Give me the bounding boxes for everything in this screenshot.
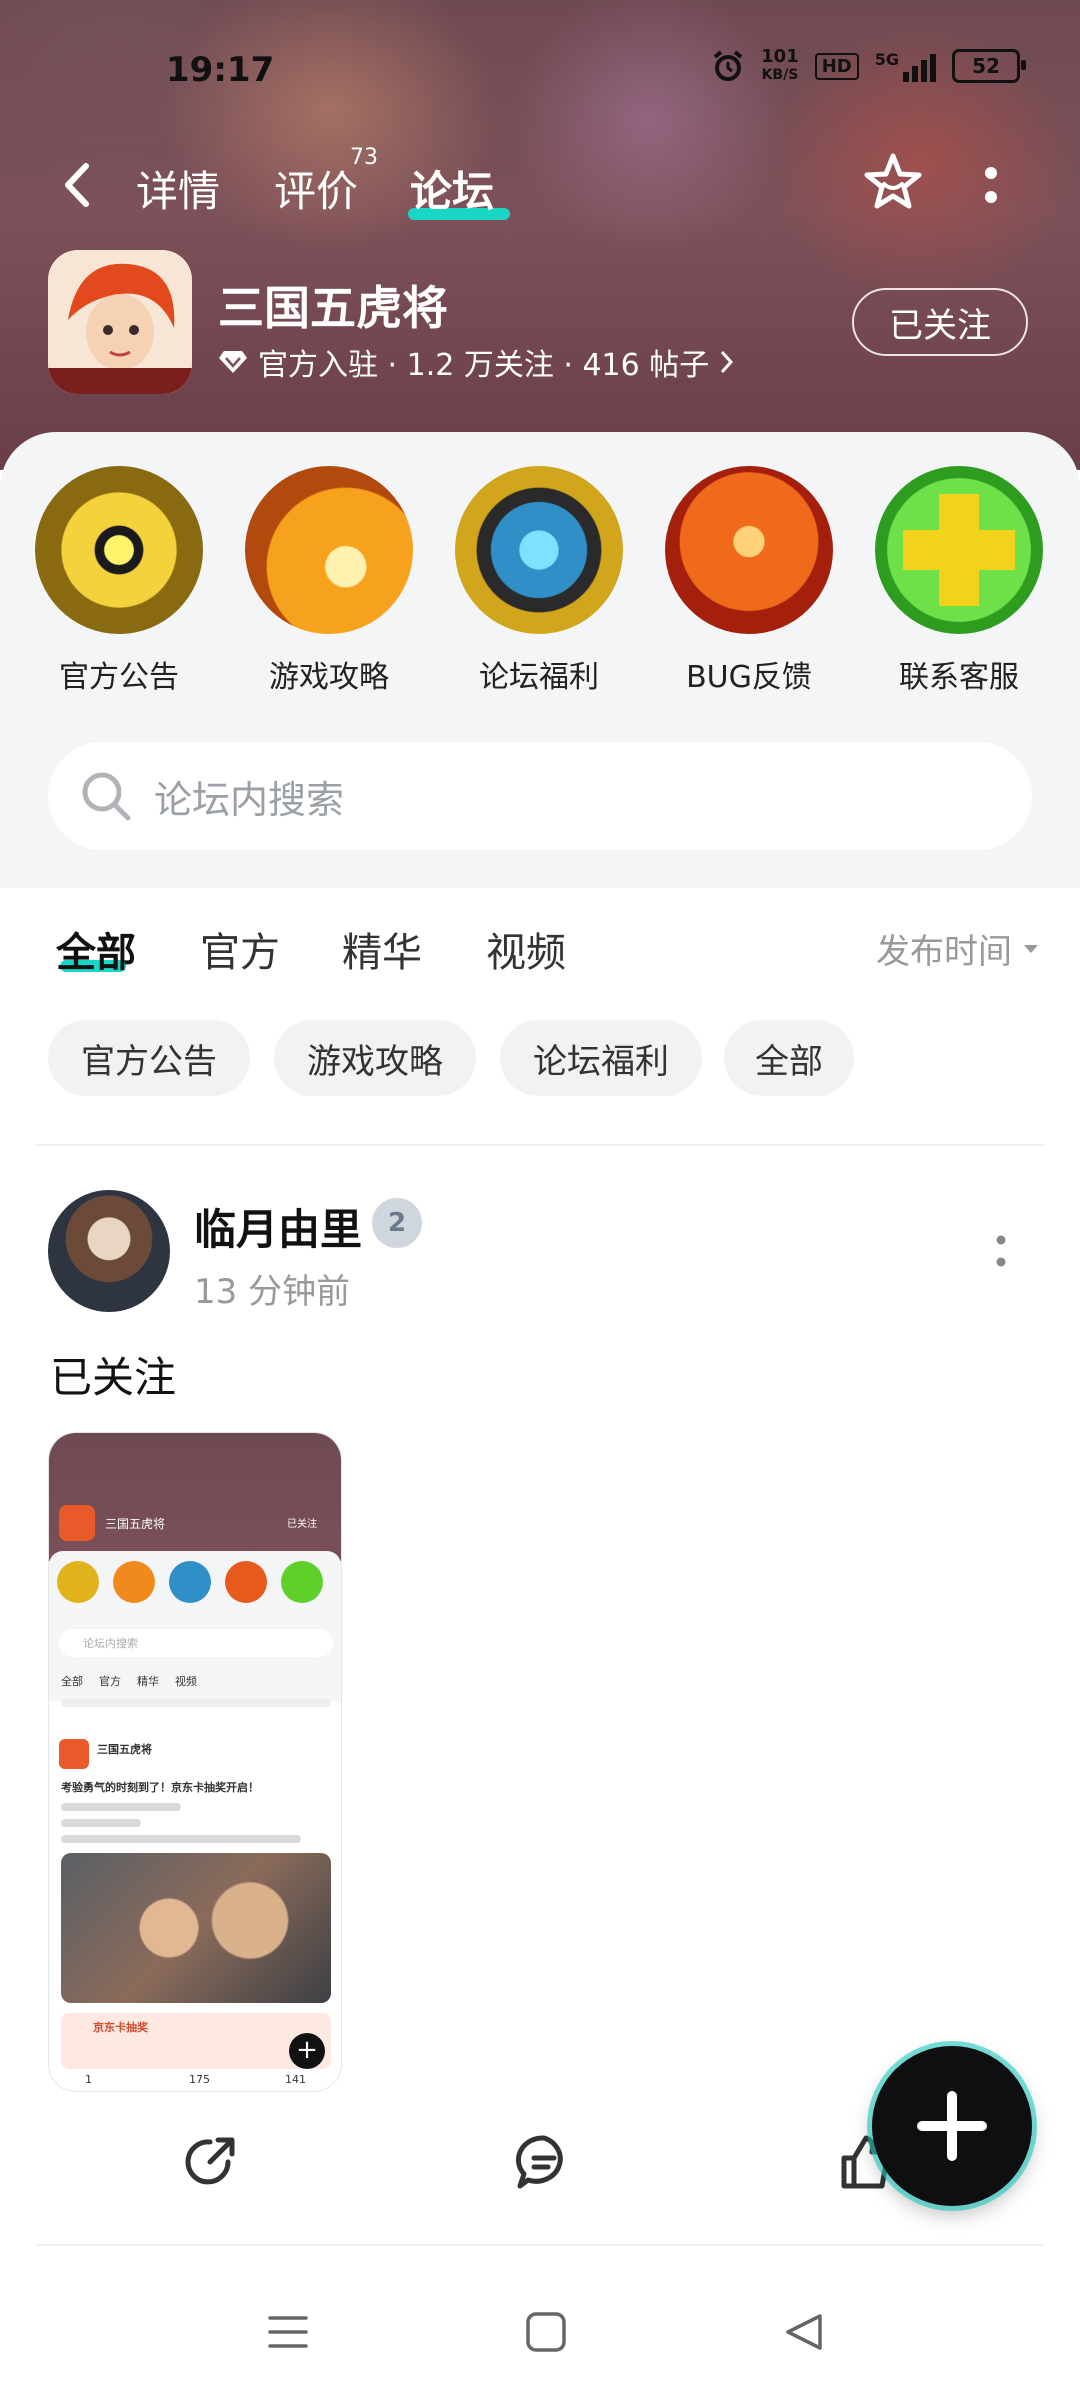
thumbnail-tab-all: 全部 <box>61 1675 83 1688</box>
back-nav-icon[interactable] <box>782 2310 826 2354</box>
speed-value: 101 <box>761 46 799 67</box>
category-benefits[interactable]: 论坛福利 <box>454 466 624 696</box>
filter-tab-official[interactable]: 官方 <box>200 920 280 978</box>
divider <box>36 1144 1044 1146</box>
flame-face-icon <box>665 466 833 634</box>
divider <box>36 2244 1044 2246</box>
thumbnail-fist-icon <box>113 1561 155 1603</box>
category-bug-report[interactable]: BUG反馈 <box>664 466 834 696</box>
tab-details[interactable]: 详情 <box>136 158 220 219</box>
thumbnail-game-name: 三国五虎将 <box>105 1517 166 1531</box>
category-label: 游戏攻略 <box>269 660 389 695</box>
category-label: BUG反馈 <box>686 660 812 695</box>
follow-button[interactable]: 已关注 <box>852 288 1028 356</box>
create-post-button[interactable] <box>872 2046 1032 2206</box>
category-label: 论坛福利 <box>479 660 599 695</box>
chip-benefits[interactable]: 论坛福利 <box>500 1020 702 1096</box>
comment-icon[interactable] <box>514 2132 574 2192</box>
hd-icon: HD <box>814 52 859 80</box>
category-label: 官方公告 <box>59 660 179 695</box>
filter-tab-all[interactable]: 全部 <box>56 920 136 978</box>
plus-icon <box>917 2091 987 2161</box>
thumbnail-line <box>61 1803 181 1811</box>
network-type: 5G <box>874 50 899 69</box>
diamond-verified-icon <box>219 351 247 373</box>
signal-icon: 5G <box>875 50 936 82</box>
alarm-icon <box>713 50 743 81</box>
thumbnail-chips <box>61 1699 331 1707</box>
status-bar-icons: 101 KB/S HD 5G 52 <box>711 48 1026 84</box>
thumbnail-flame-icon <box>225 1561 267 1603</box>
post-text: 已关注 <box>50 1353 177 1402</box>
game-name: 三国五虎将 <box>218 281 448 335</box>
category-support[interactable]: 联系客服 <box>874 466 1044 696</box>
thumbnail-gauntlet-icon <box>169 1561 211 1603</box>
thumbnail-line <box>61 1819 141 1827</box>
thumbnail-tab-featured: 精华 <box>137 1675 159 1688</box>
menu-icon[interactable] <box>266 2310 310 2354</box>
tab-forum[interactable]: 论坛 <box>410 158 494 219</box>
game-meta[interactable]: 官方入驻 · 1.2 万关注 · 416 帖子 <box>218 340 735 384</box>
speed-unit: KB/S <box>761 67 799 83</box>
avatar[interactable] <box>48 1190 170 1312</box>
thumbnail-card-title: 京东卡抽奖 <box>93 2021 148 2034</box>
share-icon[interactable] <box>180 2132 240 2192</box>
thumbnail-follow: 已关注 <box>287 1519 317 1530</box>
filter-tab-featured[interactable]: 精华 <box>342 920 422 978</box>
network-speed: 101 KB/S <box>761 48 799 84</box>
thumbnail-post-title: 考验勇气的时刻到了！京东卡抽奖开启！ <box>61 1781 259 1794</box>
thumbnail-post-author: 三国五虎将 <box>97 1743 152 1756</box>
forum-search-input[interactable]: 论坛内搜索 <box>48 742 1032 850</box>
search-placeholder: 论坛内搜索 <box>154 777 345 822</box>
thumbnail-artwork <box>61 1853 331 2003</box>
more-options-icon[interactable] <box>984 165 998 205</box>
category-guides[interactable]: 游戏攻略 <box>244 466 414 696</box>
home-icon[interactable] <box>524 2310 568 2354</box>
category-label: 联系客服 <box>899 660 1019 695</box>
eye-icon <box>35 466 203 634</box>
post-author[interactable]: 临月由里 <box>194 1196 362 1257</box>
thumbnail-header <box>49 1433 341 1561</box>
thumbnail-game-icon <box>59 1505 95 1541</box>
thumbnail-post-avatar <box>59 1739 89 1769</box>
chip-announcements[interactable]: 官方公告 <box>48 1020 250 1096</box>
post-image[interactable]: 三国五虎将 已关注 论坛内搜索 全部 官方 精华 视频 三国五虎将 考验勇气的时… <box>48 1432 342 2092</box>
thumbnail-tab-official: 官方 <box>99 1675 121 1688</box>
thumbnail-comment-count: 175 <box>189 2073 210 2086</box>
favorite-star-icon[interactable] <box>860 150 926 216</box>
tab-reviews[interactable]: 评价 <box>274 158 358 219</box>
thumbnail-plus-icon <box>281 1561 323 1603</box>
caret-down-icon <box>1024 944 1038 953</box>
sort-dropdown[interactable]: 发布时间 <box>876 924 1040 973</box>
game-meta-text: 官方入驻 · 1.2 万关注 · 416 帖子 <box>258 348 710 383</box>
gauntlet-icon <box>455 466 623 634</box>
search-icon <box>82 772 131 821</box>
thumbnail-search-text: 论坛内搜索 <box>83 1637 138 1650</box>
thumbnail-eye-icon <box>57 1561 99 1603</box>
game-icon <box>48 250 192 394</box>
plus-cross-icon <box>875 466 1043 634</box>
category-announcements[interactable]: 官方公告 <box>34 466 204 696</box>
fist-icon <box>245 466 413 634</box>
chip-guides[interactable]: 游戏攻略 <box>274 1020 476 1096</box>
sort-label: 发布时间 <box>876 932 1012 972</box>
thumbnail-add-icon: + <box>289 2033 325 2069</box>
thumbnail-share-count: 1 <box>85 2073 92 2086</box>
back-icon[interactable] <box>56 160 96 210</box>
level-badge: 2 <box>372 1198 422 1248</box>
thumbnail-tab-video: 视频 <box>175 1675 197 1688</box>
chevron-right-icon <box>721 350 734 374</box>
post-time: 13 分钟前 <box>194 1272 351 1312</box>
battery-level: 52 <box>972 54 1000 78</box>
level-value: 2 <box>387 1208 407 1238</box>
chip-all[interactable]: 全部 <box>724 1020 854 1096</box>
battery-icon: 52 <box>952 49 1026 83</box>
thumbnail-line <box>61 1835 301 1843</box>
review-count: 73 <box>350 145 378 170</box>
post-more-icon[interactable] <box>996 1234 1006 1268</box>
filter-tab-video[interactable]: 视频 <box>486 920 566 978</box>
status-time: 19:17 <box>166 50 275 90</box>
thumbnail-like-count: 141 <box>285 2073 306 2086</box>
